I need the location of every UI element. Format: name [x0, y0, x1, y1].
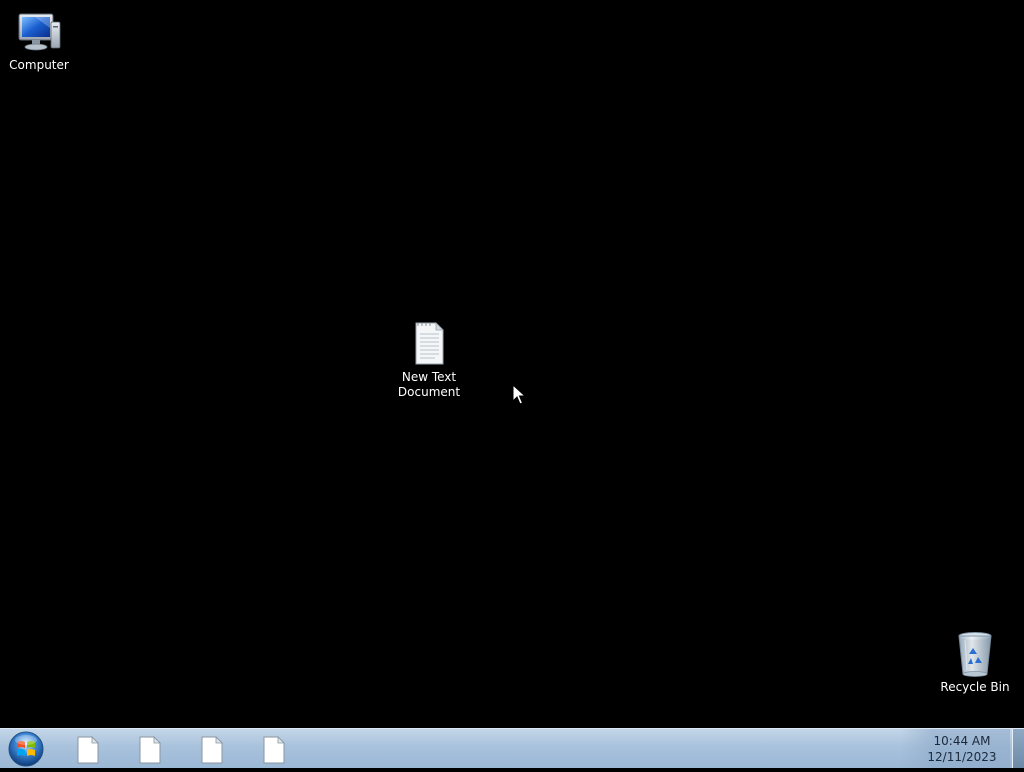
- desktop[interactable]: Computer New Text Document Recycle Bin: [0, 0, 1024, 728]
- text-document-icon: [201, 736, 223, 764]
- text-document-icon: [263, 736, 285, 764]
- text-document-icon: [77, 736, 99, 764]
- recycle-bin-desktop-icon[interactable]: Recycle Bin: [937, 630, 1013, 695]
- clock-time: 10:44 AM: [933, 734, 991, 748]
- new-text-document-label-line1: New Text: [401, 370, 457, 384]
- taskbar-button-text-document[interactable]: [246, 731, 302, 767]
- taskbar-button-text-document[interactable]: [122, 731, 178, 767]
- taskbar-button-text-document[interactable]: [60, 731, 116, 767]
- text-document-icon: [415, 322, 444, 365]
- taskbar: 10:44 AM 12/11/2023: [0, 728, 1024, 768]
- clock-date: 12/11/2023: [927, 750, 997, 764]
- computer-desktop-icon[interactable]: Computer: [1, 8, 77, 73]
- show-desktop-button[interactable]: [1012, 729, 1024, 768]
- start-button[interactable]: [6, 730, 46, 768]
- new-text-document-desktop-icon[interactable]: New Text Document: [391, 320, 467, 400]
- windows-start-orb-icon: [8, 731, 44, 767]
- text-document-icon: [139, 736, 161, 764]
- new-text-document-label-line2: Document: [397, 385, 461, 399]
- computer-label: Computer: [9, 58, 69, 72]
- notification-area: 10:44 AM 12/11/2023: [900, 729, 1010, 768]
- recycle-bin-label: Recycle Bin: [940, 680, 1010, 694]
- computer-icon: [18, 13, 61, 51]
- taskbar-clock[interactable]: 10:44 AM 12/11/2023: [922, 733, 1002, 765]
- taskbar-button-text-document[interactable]: [184, 731, 240, 767]
- recycle-bin-icon: [958, 632, 992, 677]
- mouse-cursor-icon: [512, 384, 526, 405]
